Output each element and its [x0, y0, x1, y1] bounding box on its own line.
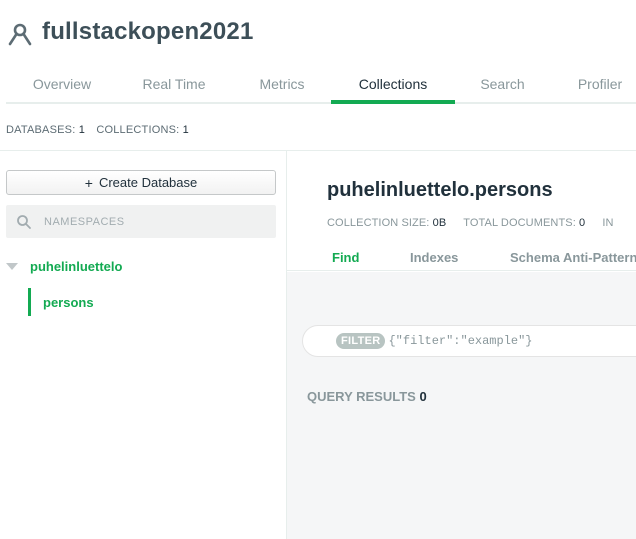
cluster-tabs: Overview Real Time Metrics Collections S…	[6, 70, 636, 104]
filter-badge: FILTER	[336, 333, 386, 349]
tab-schema-anti-patterns[interactable]: Schema Anti-Patterns	[510, 250, 636, 265]
collection-subtabs: Find Indexes Schema Anti-Patterns	[287, 237, 636, 271]
collection-stats: COLLECTION SIZE: 0B TOTAL DOCUMENTS: 0 I…	[327, 217, 614, 229]
database-label: puhelinluettelo	[30, 259, 123, 274]
collection-size-label: COLLECTION SIZE:	[327, 217, 430, 229]
selected-indicator	[28, 288, 31, 316]
tab-find[interactable]: Find	[332, 250, 359, 265]
tab-metrics[interactable]: Metrics	[230, 76, 334, 104]
collection-label: persons	[43, 295, 94, 310]
truncated-stat-label: IN	[602, 217, 614, 229]
collection-size-value: 0B	[432, 217, 447, 229]
query-results: QUERY RESULTS 0	[307, 389, 427, 404]
cluster-icon	[8, 23, 32, 46]
filter-input[interactable]	[388, 334, 589, 348]
namespace-sidebar: + Create Database puhelinluettelo person…	[0, 151, 286, 539]
query-area: FILTER QUERY RESULTS 0	[287, 272, 636, 539]
query-results-label: QUERY RESULTS	[307, 389, 416, 404]
active-tab-indicator	[331, 100, 455, 104]
tab-overview[interactable]: Overview	[6, 76, 118, 104]
databases-label: DATABASES:	[6, 124, 76, 136]
namespace-search-input[interactable]	[44, 215, 264, 228]
create-database-label: Create Database	[98, 175, 198, 190]
cluster-stats: DATABASES: 1 COLLECTIONS: 1	[6, 124, 189, 136]
databases-count: 1	[78, 124, 86, 136]
search-icon	[17, 214, 31, 229]
filter-bar[interactable]: FILTER	[302, 325, 636, 357]
cluster-title: fullstackopen2021	[42, 18, 254, 45]
total-documents-label: TOTAL DOCUMENTS:	[463, 217, 576, 229]
sidebar-item-collection[interactable]: persons	[28, 288, 286, 316]
collections-label: COLLECTIONS:	[96, 124, 180, 136]
query-results-count: 0	[419, 389, 427, 404]
collections-count: 1	[182, 124, 189, 136]
caret-down-icon[interactable]	[6, 263, 18, 270]
collection-panel: puhelinluettelo.persons COLLECTION SIZE:…	[287, 151, 636, 539]
tab-search[interactable]: Search	[455, 76, 550, 104]
create-database-button[interactable]: + Create Database	[6, 170, 276, 195]
sidebar-item-database[interactable]: puhelinluettelo	[0, 257, 286, 277]
tab-real-time[interactable]: Real Time	[118, 76, 230, 104]
total-documents-value: 0	[579, 217, 586, 229]
tab-indexes[interactable]: Indexes	[410, 250, 458, 265]
namespace-title: puhelinluettelo.persons	[327, 179, 553, 201]
namespace-search	[6, 205, 276, 238]
plus-icon: +	[84, 174, 93, 191]
cluster-header: fullstackopen2021	[0, 0, 636, 70]
tab-profiler[interactable]: Profiler	[550, 76, 636, 104]
